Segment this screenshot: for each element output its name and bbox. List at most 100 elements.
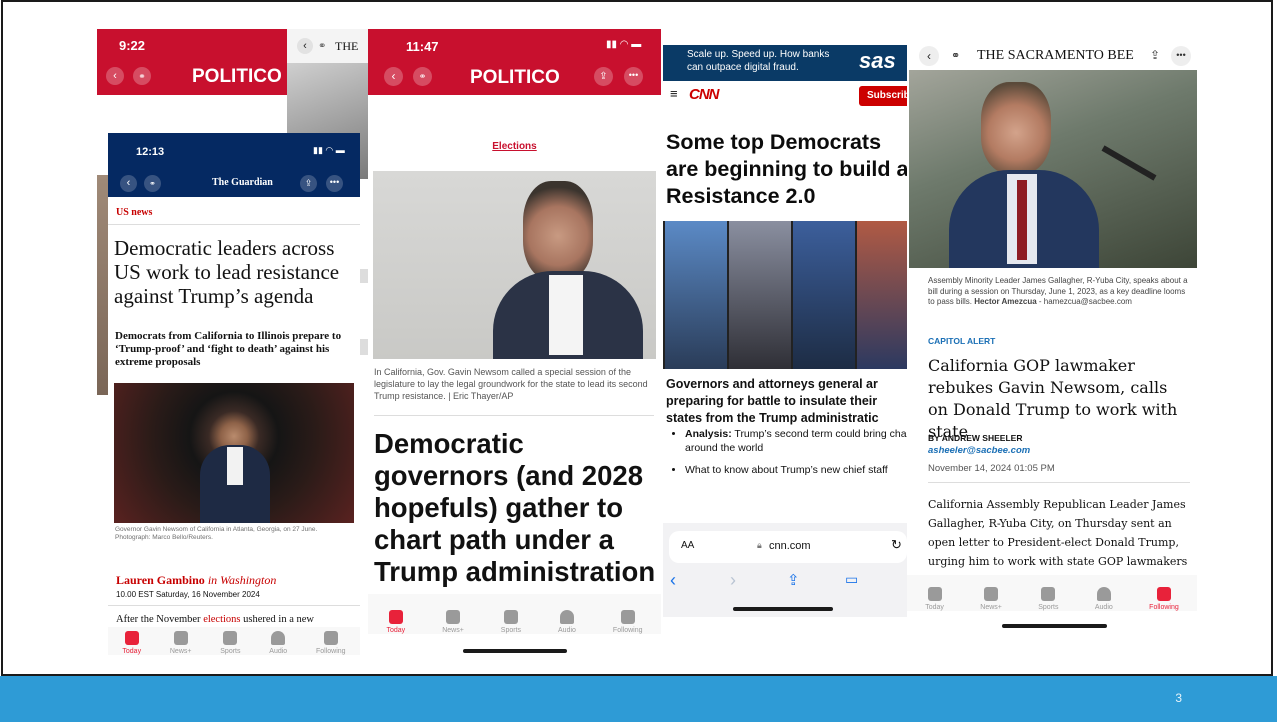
link-icon[interactable]: ⚭ [951,49,960,62]
headline: Democratic leaders across US work to lea… [114,236,340,308]
tab-audio[interactable]: Audio [558,610,576,634]
search-icon [323,631,338,645]
body-text: After the November elections ushered in … [116,614,314,625]
byline[interactable]: BY ANDREW SHEELER [928,433,1022,443]
kicker[interactable]: CAPITOL ALERT [928,336,995,346]
tab-bar: Today News+ Sports Audio Following [368,594,661,634]
link-icon[interactable]: ⚭ [144,175,161,192]
divider [108,605,360,606]
headphones-icon [271,631,286,645]
back-button[interactable]: ‹ [384,67,403,86]
home-indicator [463,649,567,653]
tab-following[interactable]: Following [613,610,643,634]
sacbee-screenshot: ‹ ⚭ THE SACRAMENTO BEE ⇪ ••• Assembly Mi… [907,40,1197,630]
text-size-button[interactable]: AA [681,540,694,551]
subhead: Governors and attorneys general ar prepa… [666,377,879,425]
news-icon [124,631,139,645]
section-label[interactable]: Elections [368,141,661,152]
back-button[interactable]: ‹ [919,46,939,66]
url-text: cnn.com [769,540,811,552]
back-button[interactable]: ‹ [120,175,137,192]
politico-logo: POLITICO [192,66,282,87]
newsom-photo [373,171,656,359]
search-icon [620,610,635,624]
status-time: 12:13 [136,146,165,158]
divider [374,415,654,416]
ad-banner[interactable]: Scale up. Speed up. How banks can outpac… [663,45,910,81]
reload-icon[interactable]: ↻ [891,537,902,553]
search-icon [1156,587,1171,601]
more-icon[interactable]: ••• [326,175,343,192]
address-bar[interactable]: AA 🔒︎ cnn.com ↻ [669,531,907,563]
photo-caption: Assembly Minority Leader James Gallagher… [928,276,1188,306]
body-text: California Assembly Republican Leader Ja… [928,498,1188,568]
page-number: 3 [1175,691,1182,705]
tab-audio[interactable]: Audio [269,631,287,655]
author: Lauren Gambino in Washington [116,573,276,588]
tab-news-plus[interactable]: News+ [170,631,191,655]
lock-icon: 🔒︎ [757,540,762,550]
more-icon[interactable]: ••• [1171,46,1191,66]
bookmarks-icon[interactable]: ▭ [845,571,858,588]
safari-toolbar: AA 🔒︎ cnn.com ↻ ‹ › ⇪ ▭ [663,523,910,617]
scoreboard-icon [1041,587,1056,601]
guardian-screenshot: 12:13 ▮▮ ◠ ▬ ‹ ⚭ The Guardian ⇪ ••• US n… [108,133,360,657]
status-icons: ▮▮ ◠ ▬ [606,39,642,50]
back-button[interactable]: ‹ [106,67,124,85]
list-item[interactable]: Analysis: Trump’s second term could brin… [685,427,910,455]
tab-sports[interactable]: Sports [1038,587,1058,611]
share-icon[interactable]: ⇪ [300,175,317,192]
forward-icon[interactable]: › [730,570,736,591]
home-indicator [1002,624,1107,628]
politico-logo: POLITICO [470,67,560,88]
link-icon[interactable]: ⚭ [318,41,326,52]
tab-audio[interactable]: Audio [1095,587,1113,611]
tab-news-plus[interactable]: News+ [442,610,464,634]
share-icon[interactable]: ⇪ [1150,48,1160,62]
governors-photo-collage [663,221,910,369]
share-icon[interactable]: ⇪ [787,571,800,589]
author-name[interactable]: Lauren Gambino [116,573,205,587]
tab-following[interactable]: Following [1149,587,1179,611]
headphones-icon [1096,587,1111,601]
link-icon[interactable]: ⚭ [133,67,151,85]
back-button[interactable]: ‹ [297,38,313,54]
author-email[interactable]: asheeler@sacbee.com [928,445,1030,456]
news-icon [388,610,403,624]
back-icon[interactable]: ‹ [670,570,676,591]
magazine-icon [173,631,188,645]
status-time: 11:47 [406,39,439,54]
home-indicator [733,607,833,611]
sacbee-logo-partial: THE [335,39,359,53]
tab-today[interactable]: Today [122,631,141,655]
standfirst: Democrats from California to Illinois pr… [115,330,342,368]
ad-text: Scale up. Speed up. How banks can outpac… [687,49,830,73]
menu-icon[interactable]: ≡ [670,86,678,101]
share-icon[interactable]: ⇪ [594,67,613,86]
tab-sports[interactable]: Sports [220,631,241,655]
link-icon[interactable]: ⚭ [413,67,432,86]
divider [108,224,360,225]
tab-news-plus[interactable]: News+ [980,587,1002,611]
tab-today[interactable]: Today [925,587,944,611]
gallagher-photo [909,70,1197,268]
politico-back-screenshot: 9:22 ‹ ⚭ POLITICO [97,29,287,95]
headphones-icon [559,610,574,624]
magazine-icon [984,587,999,601]
list-item[interactable]: What to know about Trump’s new chief sta… [685,463,910,477]
cnn-screenshot: Scale up. Speed up. How banks can outpac… [663,45,910,617]
more-icon[interactable]: ••• [624,67,643,86]
ad-brand: sas [859,48,896,73]
tab-following[interactable]: Following [316,631,346,655]
sacbee-logo: THE SACRAMENTO BEE [977,48,1134,63]
tab-today[interactable]: Today [387,610,405,634]
photo-caption: In California, Gov. Gavin Newsom called … [374,367,648,401]
section-label[interactable]: US news [116,207,152,218]
subscribe-button[interactable]: Subscrib [859,86,910,106]
body-link[interactable]: elections [203,614,240,625]
news-icon [927,587,942,601]
tab-sports[interactable]: Sports [501,610,521,634]
headline: Democratic governors (and 2028 hopefuls)… [374,428,656,587]
photo-caption: Governor Gavin Newsom of California in A… [115,526,318,541]
slide-footer: 3 [0,676,1277,722]
